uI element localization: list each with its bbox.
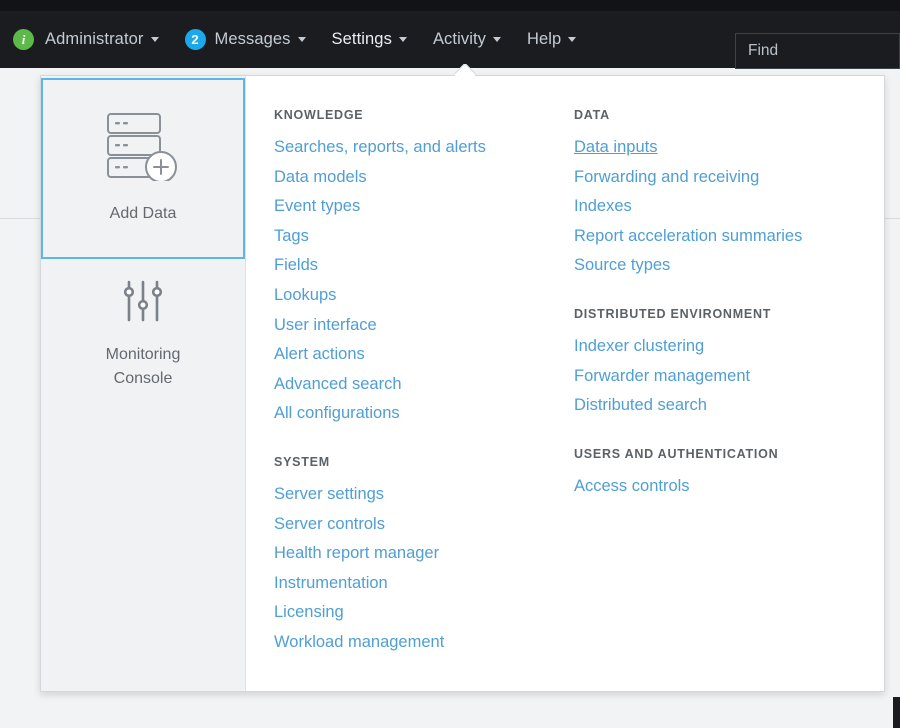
menu-link-server-controls[interactable]: Server controls <box>274 510 385 540</box>
menu-link-lookups[interactable]: Lookups <box>274 281 336 311</box>
nav-item-messages[interactable]: 2 Messages <box>172 11 319 68</box>
dropdown-pointer-caret <box>455 64 477 76</box>
menu-group-data: DATA Data inputs Forwarding and receivin… <box>574 108 874 281</box>
find-search-box[interactable] <box>735 33 900 69</box>
tile-monitoring-console[interactable]: Monitoring Console <box>41 259 245 409</box>
settings-dropdown-panel: Add Data Monitoring Console KNOWLEDGE Se… <box>40 75 885 692</box>
menu-link-alert-actions[interactable]: Alert actions <box>274 340 365 370</box>
menu-link-user-interface[interactable]: User interface <box>274 311 377 341</box>
nav-item-administrator[interactable]: i Administrator <box>0 11 172 68</box>
menu-link-advanced-search[interactable]: Advanced search <box>274 370 402 400</box>
chevron-down-icon <box>493 37 501 42</box>
chevron-down-icon <box>398 37 407 42</box>
menu-link-forwarding-and-receiving[interactable]: Forwarding and receiving <box>574 163 759 193</box>
tile-add-data-label: Add Data <box>109 205 177 223</box>
menu-link-indexer-clustering[interactable]: Indexer clustering <box>574 332 704 362</box>
menu-link-data-models[interactable]: Data models <box>274 163 367 193</box>
messages-count-badge: 2 <box>184 29 206 50</box>
group-title-knowledge: KNOWLEDGE <box>274 108 364 122</box>
nav-item-help[interactable]: Help <box>514 11 589 68</box>
menu-column-right: DATA Data inputs Forwarding and receivin… <box>574 108 874 691</box>
tile-monitoring-console-label: Monitoring Console <box>105 346 181 387</box>
group-title-system: SYSTEM <box>274 454 330 469</box>
tile-add-data[interactable]: Add Data <box>41 78 245 259</box>
group-title-users-and-authentication: USERS AND AUTHENTICATION <box>574 446 779 461</box>
topbar-upper-shade <box>0 0 900 11</box>
topbar-content: i Administrator 2 Messages Settings Acti… <box>0 11 900 69</box>
menu-link-licensing[interactable]: Licensing <box>274 598 344 628</box>
menu-link-indexes[interactable]: Indexes <box>574 192 632 222</box>
menu-group-knowledge: KNOWLEDGE Searches, reports, and alerts … <box>274 108 574 429</box>
messages-label: Messages <box>214 30 291 48</box>
dropdown-link-columns: KNOWLEDGE Searches, reports, and alerts … <box>246 76 884 691</box>
settings-label: Settings <box>331 30 392 48</box>
menu-column-left: KNOWLEDGE Searches, reports, and alerts … <box>274 108 574 691</box>
help-label: Help <box>527 30 562 48</box>
menu-link-server-settings[interactable]: Server settings <box>274 480 384 510</box>
menu-link-instrumentation[interactable]: Instrumentation <box>274 569 388 599</box>
menu-link-access-controls[interactable]: Access controls <box>574 472 690 502</box>
menu-group-system: SYSTEM Server settings Server controls H… <box>274 455 574 658</box>
top-navigation-bar: i Administrator 2 Messages Settings Acti… <box>0 0 900 69</box>
info-circle-icon: i <box>13 29 34 50</box>
menu-group-users-and-authentication: USERS AND AUTHENTICATION Access controls <box>574 447 874 502</box>
menu-link-data-inputs[interactable]: Data inputs <box>574 133 657 163</box>
nav-item-settings[interactable]: Settings <box>319 11 420 68</box>
activity-label: Activity <box>432 30 486 48</box>
sliders-icon <box>121 278 165 329</box>
menu-link-forwarder-management[interactable]: Forwarder management <box>574 362 750 392</box>
menu-link-event-types[interactable]: Event types <box>274 192 360 222</box>
nav-item-activity[interactable]: Activity <box>420 11 514 68</box>
menu-link-all-configurations[interactable]: All configurations <box>274 399 400 429</box>
server-stack-add-icon <box>104 111 182 186</box>
group-title-data: DATA <box>574 108 610 122</box>
menu-group-distributed-environment: DISTRIBUTED ENVIRONMENT Indexer clusteri… <box>574 307 874 421</box>
right-edge-artifact <box>893 697 900 728</box>
search-input[interactable] <box>748 42 900 60</box>
menu-link-fields[interactable]: Fields <box>274 251 318 281</box>
menu-link-distributed-search[interactable]: Distributed search <box>574 391 707 421</box>
menu-link-report-acceleration-summaries[interactable]: Report acceleration summaries <box>574 222 802 252</box>
menu-link-source-types[interactable]: Source types <box>574 251 670 281</box>
chevron-down-icon <box>297 37 306 42</box>
app-root: i Administrator 2 Messages Settings Acti… <box>0 0 900 728</box>
dropdown-tile-rail: Add Data Monitoring Console <box>41 76 246 691</box>
chevron-down-icon <box>150 37 159 42</box>
menu-link-tags[interactable]: Tags <box>274 222 309 252</box>
menu-link-workload-management[interactable]: Workload management <box>274 628 444 658</box>
menu-link-searches-reports-alerts[interactable]: Searches, reports, and alerts <box>274 133 486 163</box>
group-title-distributed-environment: DISTRIBUTED ENVIRONMENT <box>574 306 772 321</box>
chevron-down-icon <box>568 37 577 42</box>
menu-link-health-report-manager[interactable]: Health report manager <box>274 539 439 569</box>
administrator-label: Administrator <box>45 30 144 48</box>
